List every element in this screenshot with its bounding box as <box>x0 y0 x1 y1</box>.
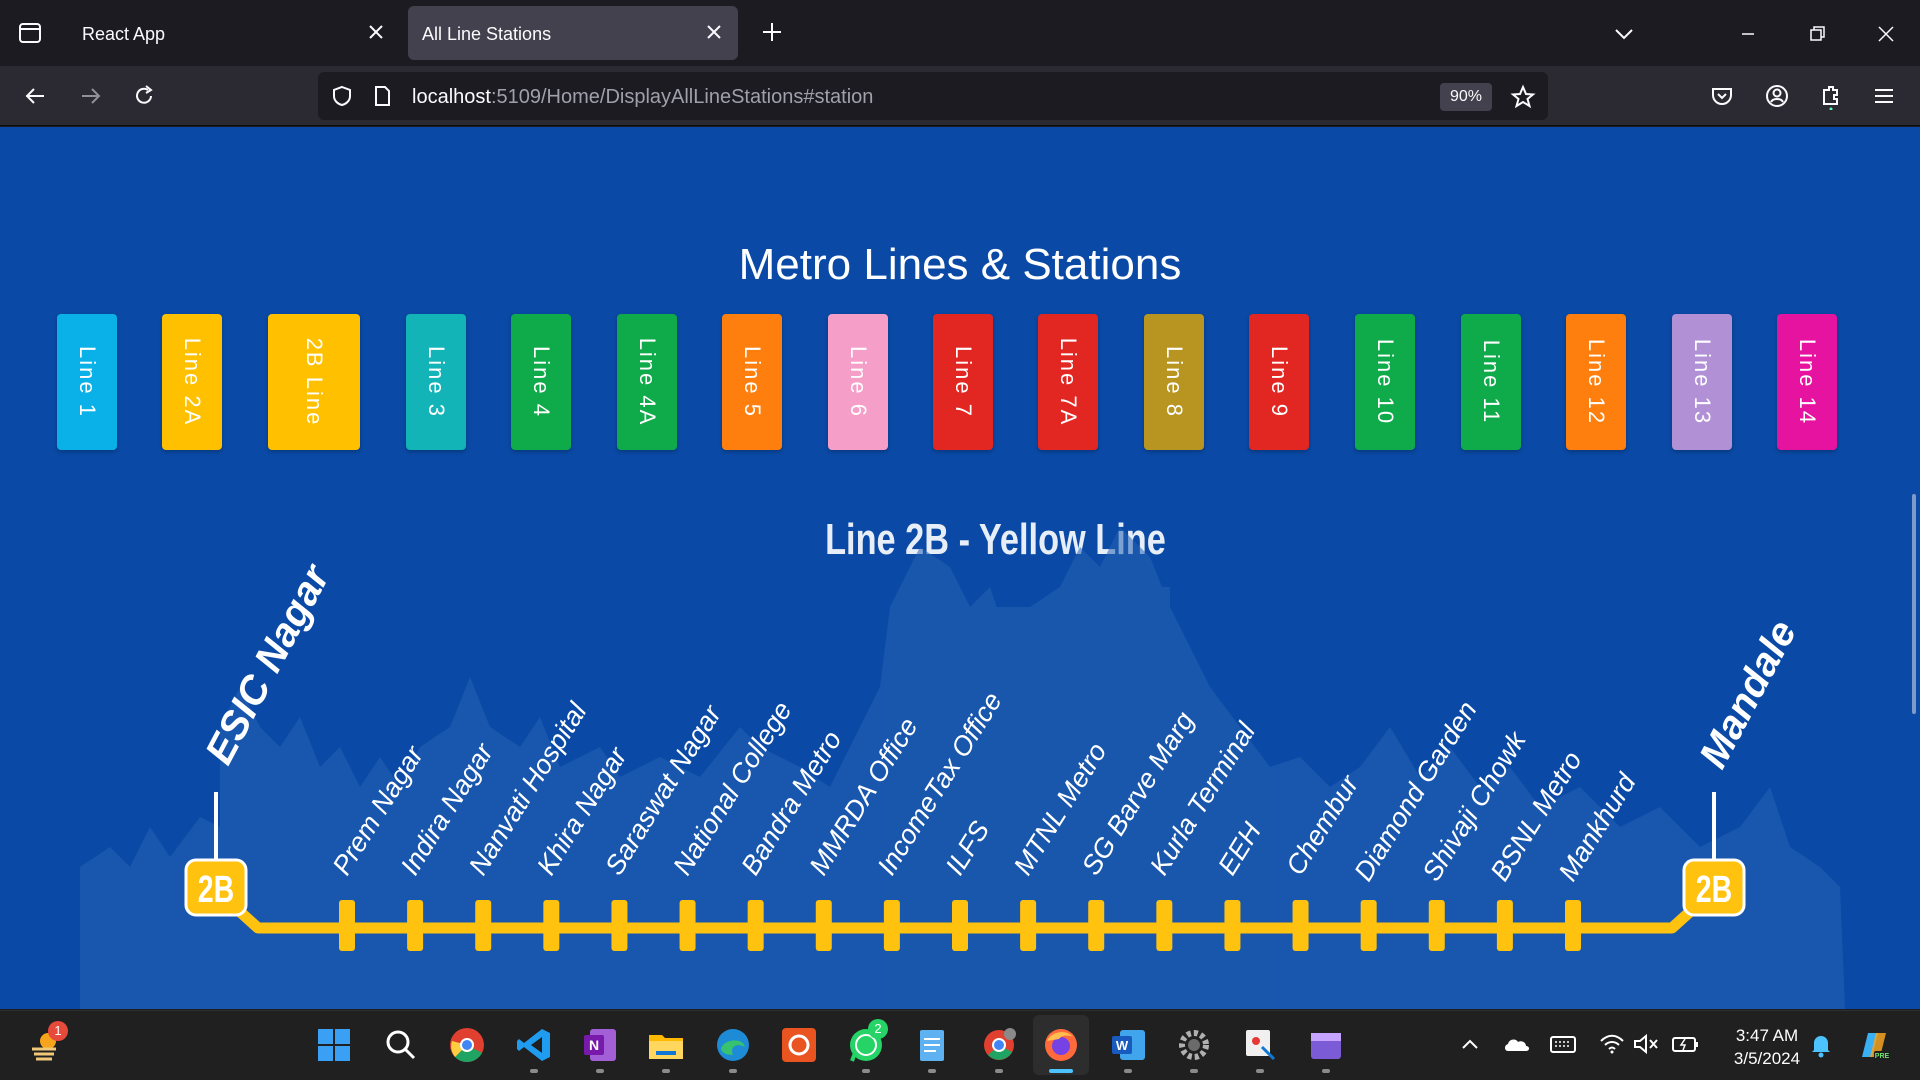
account-icon[interactable] <box>1763 82 1791 110</box>
running-indicator <box>1124 1069 1132 1073</box>
clock-time: 3:47 AM <box>1735 1026 1799 1045</box>
url-bar[interactable]: localhost:5109/Home/DisplayAllLineStatio… <box>318 72 1548 120</box>
station-marker[interactable] <box>339 900 355 951</box>
pocket-icon[interactable] <box>1708 82 1736 110</box>
minimize-icon[interactable] <box>1734 20 1762 48</box>
edge-icon[interactable] <box>713 1025 753 1065</box>
svg-text:N: N <box>589 1037 599 1053</box>
reload-icon[interactable] <box>130 82 158 110</box>
running-indicator <box>862 1069 870 1073</box>
menu-icon[interactable] <box>1870 82 1898 110</box>
notification-badge: 1 <box>48 1021 68 1041</box>
url-text[interactable]: localhost:5109/Home/DisplayAllLineStatio… <box>412 86 873 109</box>
restore-icon[interactable] <box>1803 20 1831 48</box>
page-content: Metro Lines & Stations Line 1 Line 2A 2B L… <box>0 127 1920 1009</box>
ubuntu-icon[interactable] <box>779 1025 819 1065</box>
svg-text:PRE: PRE <box>1875 1053 1890 1060</box>
terminal-badge-label: 2B <box>198 869 234 911</box>
close-window-icon[interactable] <box>1872 20 1900 48</box>
word-icon[interactable]: W <box>1108 1025 1148 1065</box>
clipchamp-icon[interactable] <box>1306 1025 1346 1065</box>
system-clock[interactable]: 3:47 AM 3/5/2024 <box>1722 1024 1812 1070</box>
station-marker[interactable] <box>952 900 968 951</box>
close-tab-icon[interactable] <box>366 22 386 42</box>
zoom-indicator[interactable]: 90% <box>1440 83 1492 111</box>
list-all-tabs-icon[interactable] <box>1610 20 1638 48</box>
tab-list-icon[interactable] <box>12 18 48 48</box>
url-host: localhost <box>412 86 491 108</box>
running-indicator <box>1322 1069 1330 1073</box>
station-marker[interactable] <box>1020 900 1037 951</box>
windows-taskbar: 1 N 2 W 3:47 AM 3/5/2024 PRE <box>0 1010 1920 1080</box>
tab-title: React App <box>82 24 166 44</box>
wifi-icon[interactable] <box>1598 1031 1626 1057</box>
back-icon[interactable] <box>22 82 50 110</box>
tab-title: All Line Stations <box>422 24 552 44</box>
running-indicator <box>729 1069 737 1073</box>
tab-react-app[interactable]: React App <box>68 6 400 60</box>
running-indicator <box>1190 1069 1198 1073</box>
page-info-icon[interactable] <box>370 84 394 108</box>
battery-icon[interactable] <box>1670 1031 1700 1057</box>
keyboard-icon[interactable] <box>1548 1031 1578 1057</box>
notepad-icon[interactable] <box>912 1025 952 1065</box>
snipping-tool-icon[interactable] <box>1240 1025 1280 1065</box>
browser-nav-bar: localhost:5109/Home/DisplayAllLineStatio… <box>0 66 1920 126</box>
station-marker[interactable] <box>611 900 628 951</box>
running-indicator <box>662 1069 670 1073</box>
bookmark-star-icon[interactable] <box>1510 84 1536 110</box>
clock-date: 3/5/2024 <box>1733 1049 1801 1068</box>
station-marker[interactable] <box>747 900 764 951</box>
url-path: :5109/Home/DisplayAllLineStations#statio… <box>490 86 874 108</box>
station-marker[interactable] <box>1088 900 1105 951</box>
whatsapp-badge: 2 <box>868 1019 888 1039</box>
station-marker[interactable] <box>1224 900 1241 951</box>
station-marker[interactable] <box>1496 900 1513 951</box>
onedrive-icon[interactable] <box>1502 1031 1532 1057</box>
svg-text:W: W <box>1116 1038 1129 1053</box>
volume-muted-icon[interactable] <box>1632 1031 1660 1057</box>
settings-icon[interactable] <box>1174 1025 1214 1065</box>
file-explorer-icon[interactable] <box>646 1025 686 1065</box>
copilot-icon[interactable]: PRE <box>1856 1027 1892 1063</box>
forward-icon[interactable] <box>76 82 104 110</box>
station-marker[interactable] <box>679 900 696 951</box>
extensions-icon[interactable] <box>1817 82 1845 110</box>
windows-start-icon[interactable] <box>314 1025 354 1065</box>
chrome-icon[interactable] <box>447 1025 487 1065</box>
station-marker[interactable] <box>1360 900 1377 951</box>
chrome-profile-icon[interactable] <box>979 1025 1019 1065</box>
route-map: 2B 2BESIC Nagar MandalePrem NagarIndira Na… <box>80 527 1845 1009</box>
station-marker[interactable] <box>1565 900 1581 951</box>
search-icon[interactable] <box>381 1025 421 1065</box>
scrollbar-thumb[interactable] <box>1912 494 1916 714</box>
notifications-bell-icon[interactable] <box>1808 1031 1834 1059</box>
active-indicator <box>1049 1069 1073 1073</box>
station-marker[interactable] <box>1428 900 1445 951</box>
vscode-icon[interactable] <box>514 1025 554 1065</box>
tracking-protection-icon[interactable] <box>330 84 354 108</box>
terminal-name-end[interactable]: Mandale <box>1691 613 1805 775</box>
running-indicator <box>530 1069 538 1073</box>
station-marker[interactable] <box>543 900 560 951</box>
browser-tab-bar: React App All Line Stations <box>0 0 1920 66</box>
tab-all-line-stations[interactable]: All Line Stations <box>408 6 738 60</box>
terminal-badge-label: 2B <box>1696 869 1732 911</box>
station-marker[interactable] <box>883 900 900 951</box>
station-marker[interactable] <box>475 900 492 951</box>
onenote-icon[interactable]: N <box>580 1025 620 1065</box>
station-marker[interactable] <box>1292 900 1309 951</box>
station-marker[interactable] <box>407 900 424 951</box>
running-indicator <box>928 1069 936 1073</box>
station-marker[interactable] <box>815 900 832 951</box>
running-indicator <box>596 1069 604 1073</box>
new-tab-icon[interactable] <box>758 18 786 46</box>
station-marker[interactable] <box>1156 900 1173 951</box>
close-tab-icon[interactable] <box>704 22 724 42</box>
running-indicator <box>995 1069 1003 1073</box>
firefox-icon[interactable] <box>1041 1025 1081 1065</box>
show-hidden-icons-icon[interactable] <box>1458 1029 1482 1059</box>
running-indicator <box>1256 1069 1264 1073</box>
